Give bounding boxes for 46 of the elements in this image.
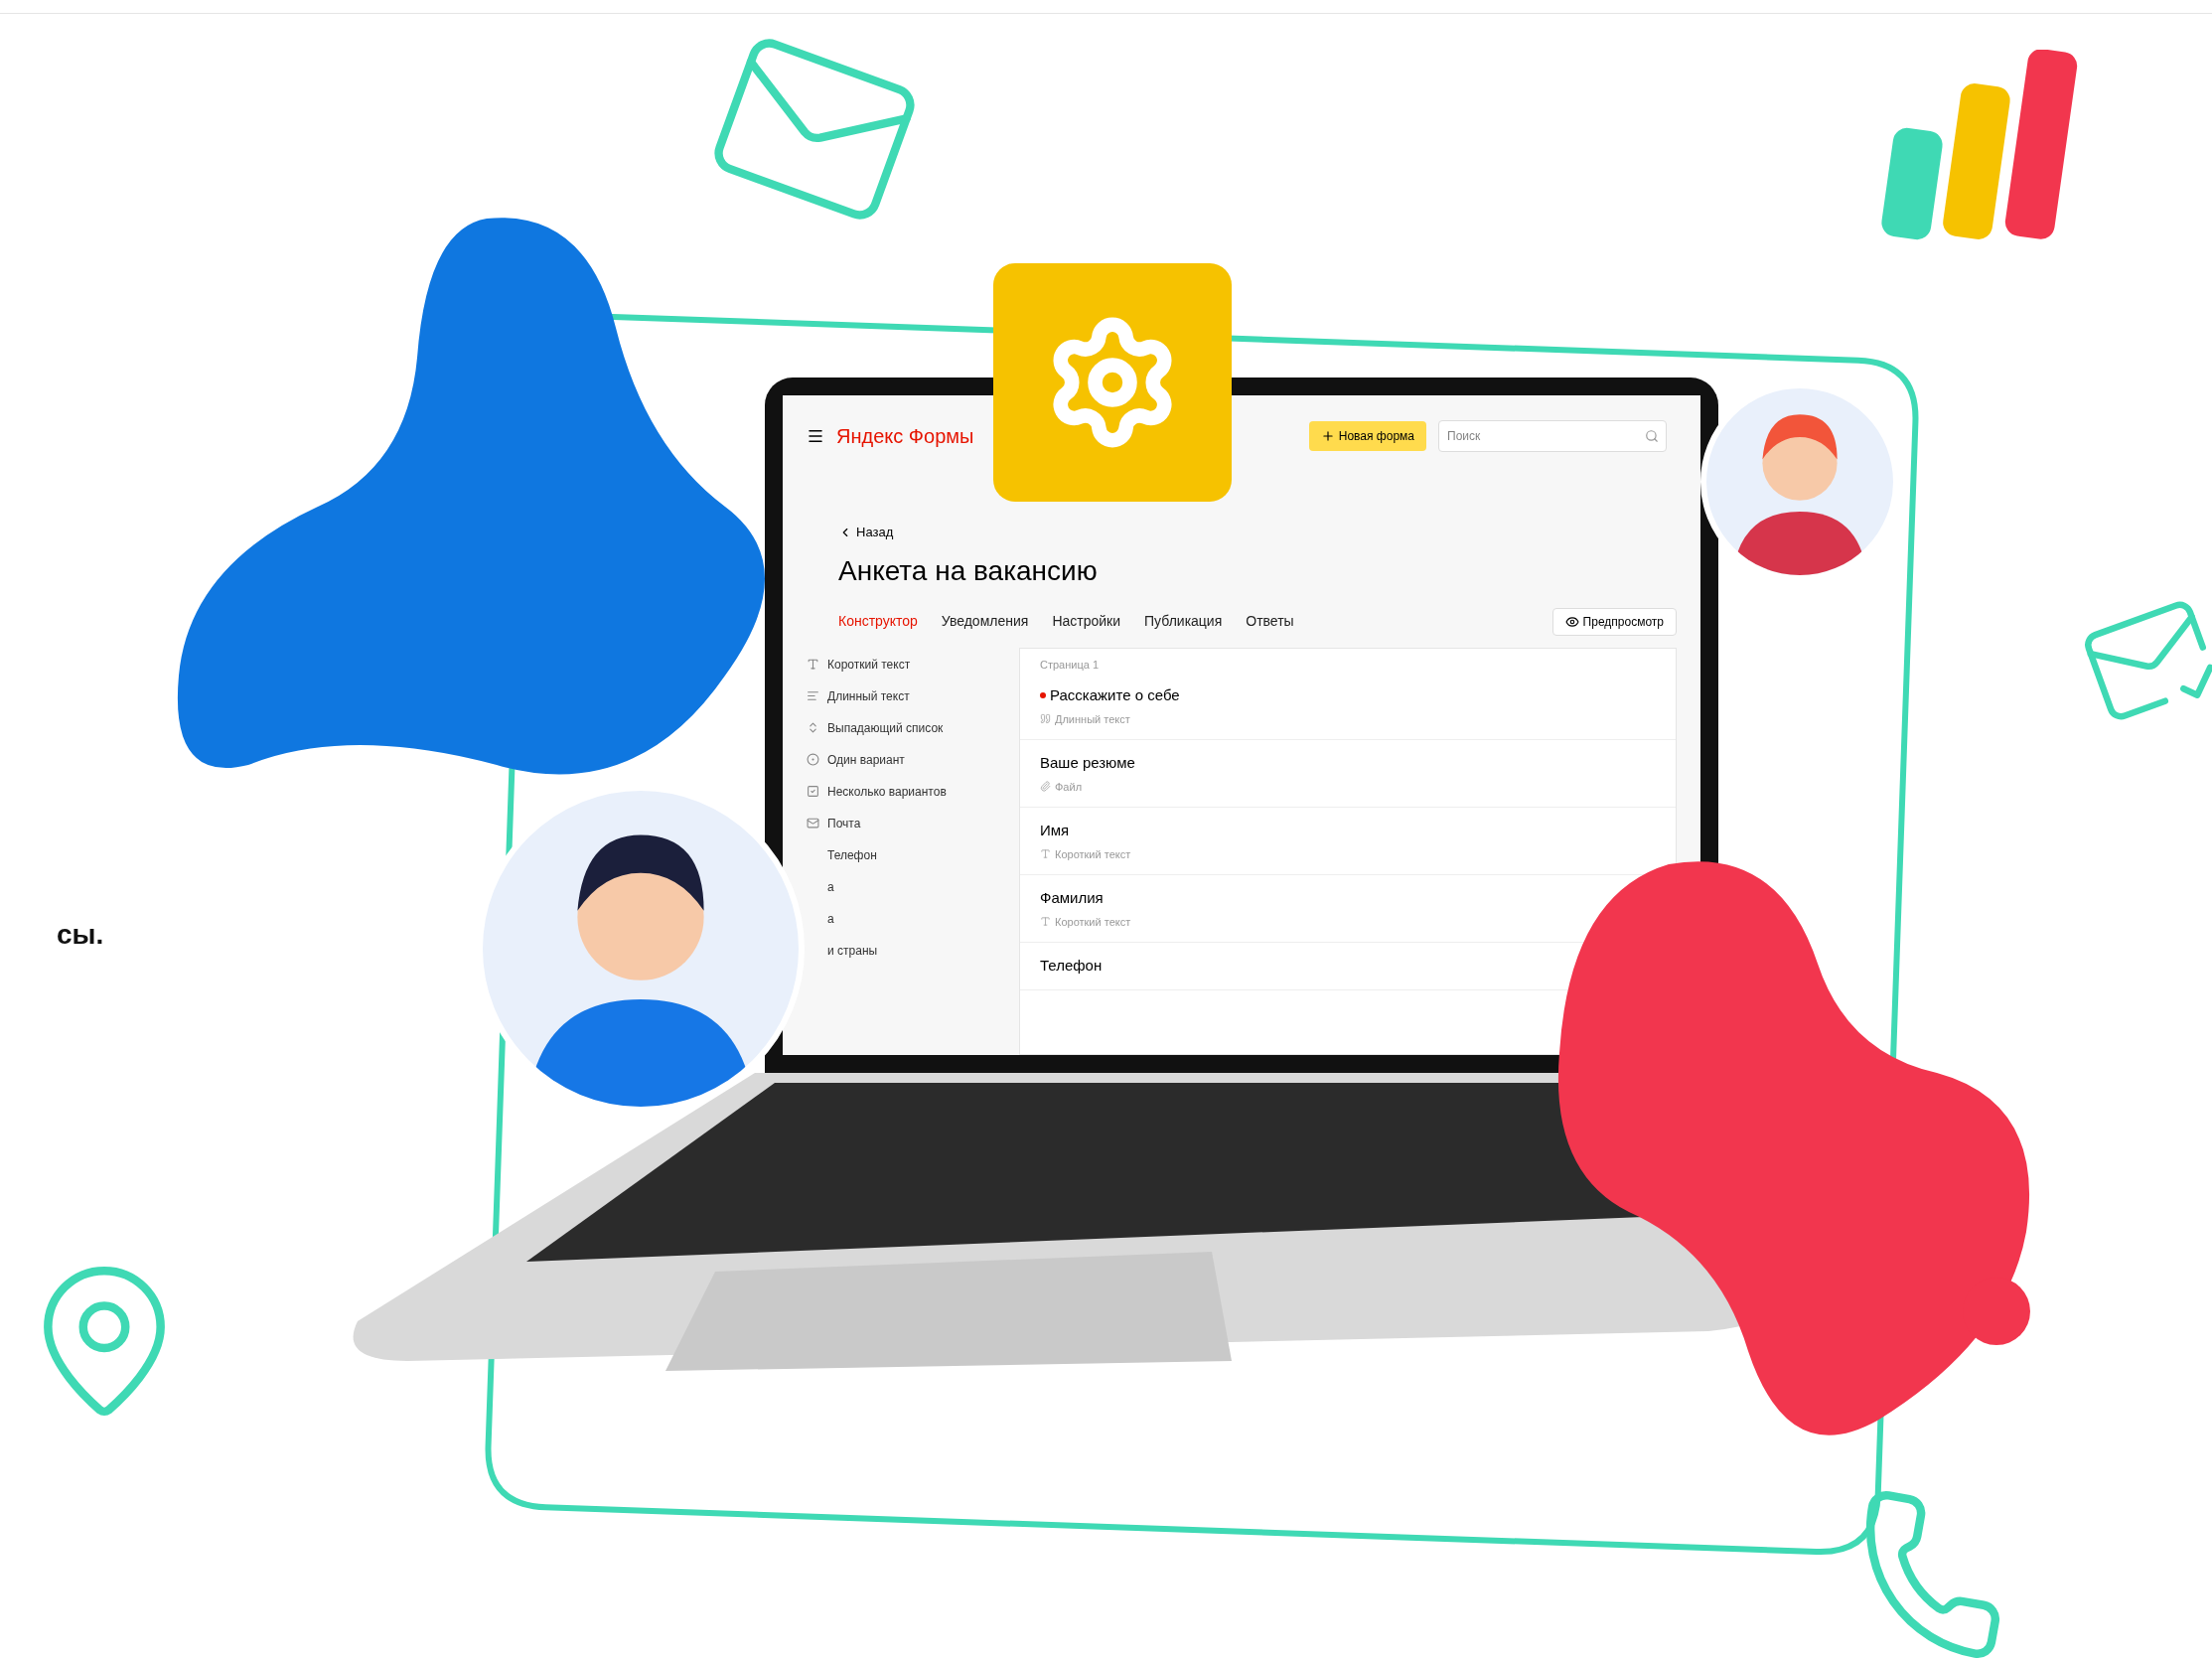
field-type-icon (807, 689, 819, 702)
tab[interactable]: Настройки (1052, 611, 1121, 632)
sidebar-item[interactable]: и страны (807, 941, 995, 960)
app-logo: Яндекс Формы (836, 424, 974, 449)
sidebar-item[interactable]: Короткий текст (807, 655, 995, 674)
question-title: Телефон (1040, 956, 1103, 976)
sidebar-item[interactable]: а (807, 877, 995, 896)
question-title: Ваше резюме (1040, 753, 1135, 773)
tab[interactable]: Публикация (1144, 611, 1223, 632)
question-title: Фамилия (1040, 888, 1104, 908)
question-title: Расскажите о себе (1050, 685, 1180, 705)
question-type: Длинный текст (1055, 711, 1130, 727)
field-type-icon (807, 721, 819, 734)
tab[interactable]: Ответы (1246, 611, 1294, 632)
field-type-icon (807, 658, 819, 671)
tab[interactable]: Уведомления (941, 611, 1029, 632)
question-type: Короткий текст (1055, 846, 1131, 862)
field-type-icon (1040, 781, 1051, 793)
field-type-icon (807, 817, 819, 830)
form-title: Анкета на вакансию (838, 553, 1099, 588)
plus-icon (1320, 429, 1335, 443)
preview-button[interactable]: Предпросмотр (1551, 607, 1677, 636)
sidebar-item[interactable]: Несколько вариантов (807, 782, 995, 801)
tab[interactable]: Конструктор (838, 611, 918, 632)
search-icon (1645, 429, 1659, 443)
field-type-icon (1040, 848, 1051, 860)
side-text: сы. (57, 918, 104, 952)
page-label: Страница 1 (1039, 657, 1101, 673)
sidebar-item[interactable]: Длинный текст (807, 686, 995, 705)
question-type: Короткий текст (1055, 914, 1131, 930)
question-type: Файл (1055, 779, 1083, 795)
field-type-icon (1040, 916, 1051, 928)
field-type-icon (1040, 713, 1051, 725)
sidebar-item[interactable]: Один вариант (807, 750, 995, 769)
field-type-icon (807, 785, 819, 798)
sidebar-item[interactable]: Выпадающий список (807, 718, 995, 737)
menu-icon[interactable] (807, 427, 824, 445)
sidebar-item[interactable]: Почта (807, 814, 995, 832)
sidebar-item[interactable]: Телефон (807, 845, 995, 864)
back-link[interactable]: Назад (838, 523, 1677, 542)
field-type-icon (807, 753, 819, 766)
question-title: Имя (1040, 821, 1070, 840)
search-field[interactable]: Поиск (1438, 420, 1667, 452)
new-form-button[interactable]: Новая форма (1308, 421, 1426, 451)
eye-icon (1564, 614, 1579, 629)
sidebar-item[interactable]: а (807, 909, 995, 928)
